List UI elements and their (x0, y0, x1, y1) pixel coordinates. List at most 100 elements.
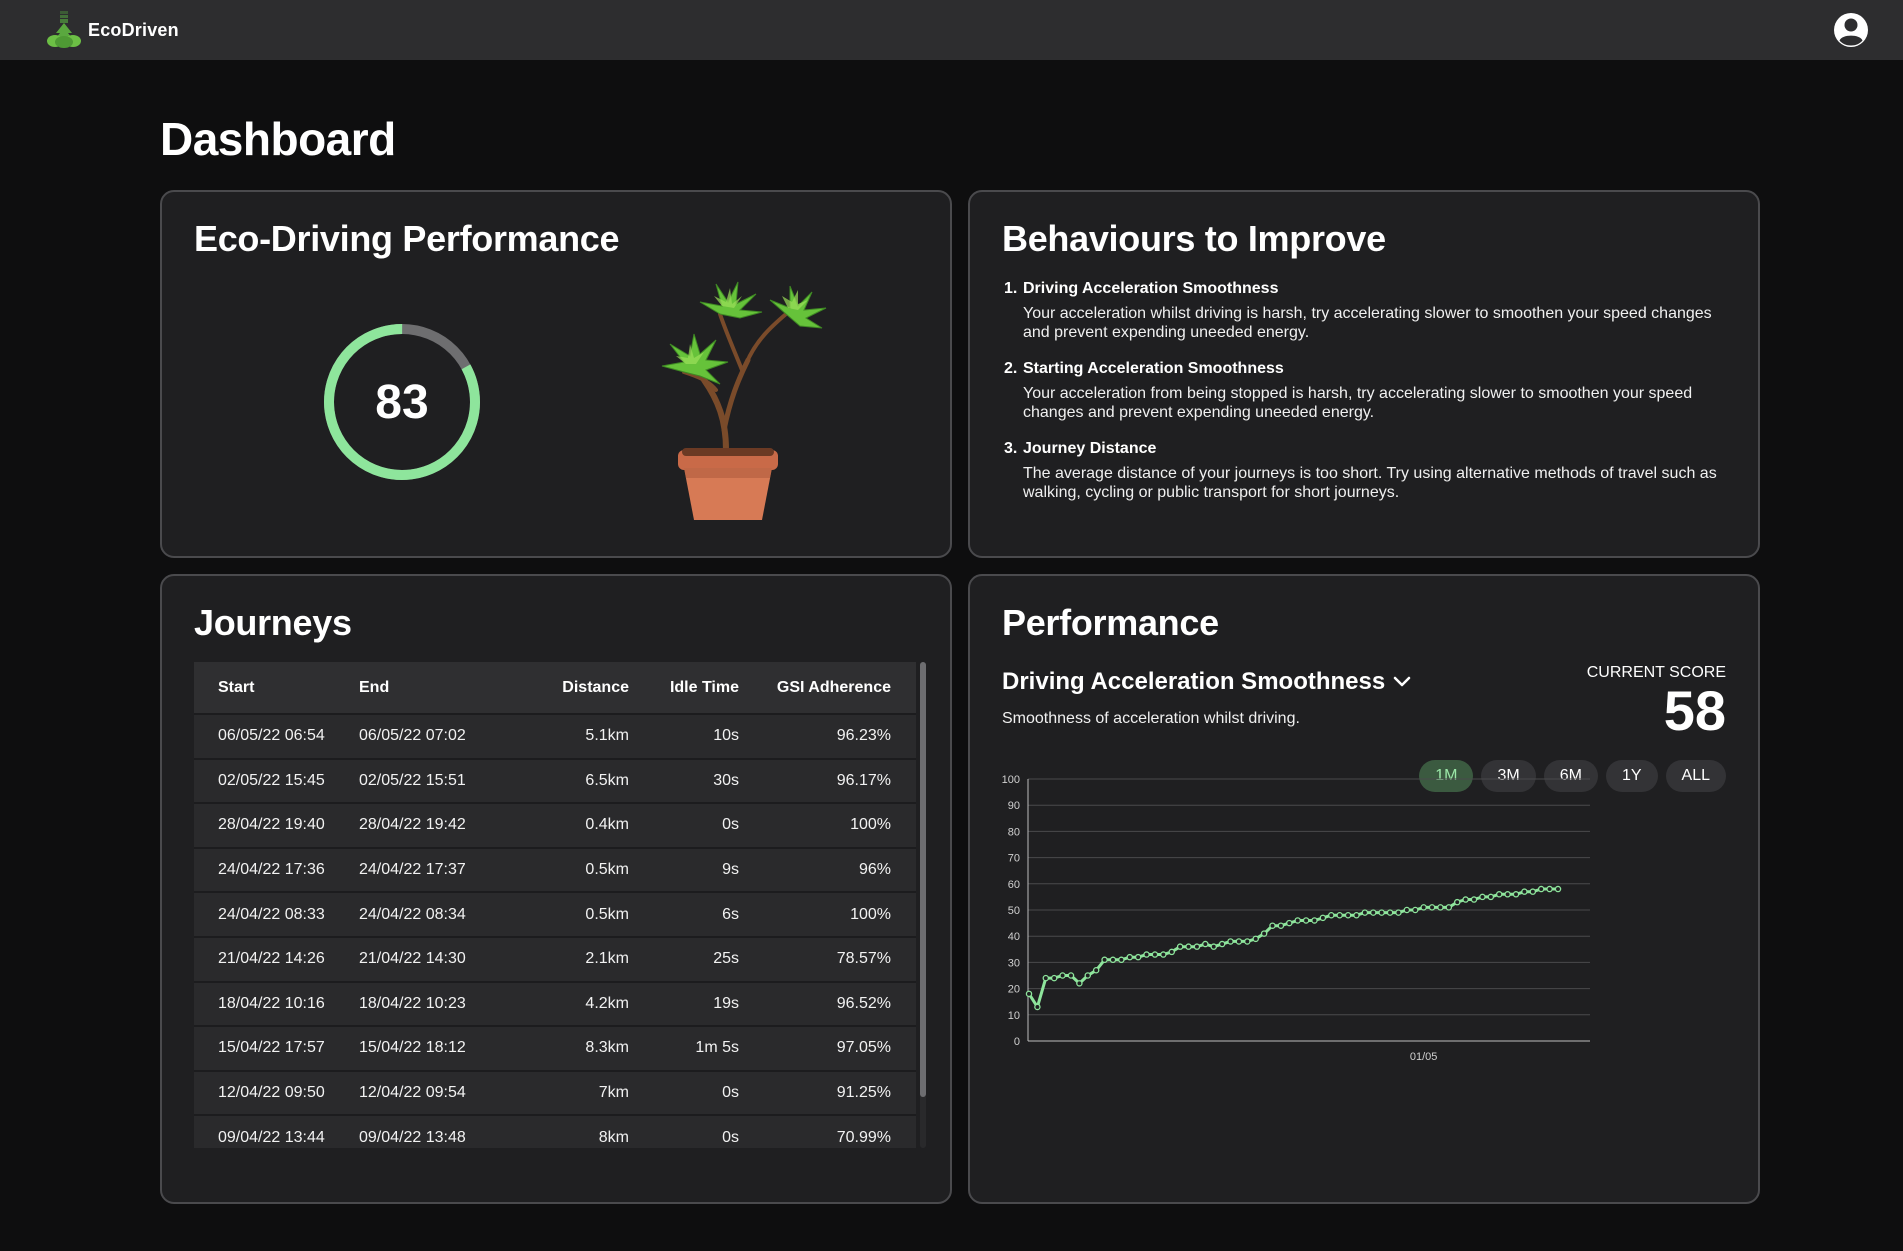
table-row[interactable]: 15/04/22 17:57 15/04/22 18:12 8.3km 1m 5s 97… (194, 1025, 916, 1071)
eco-performance-card: Eco-Driving Performance 83 (160, 190, 952, 558)
performance-card: Performance Driving Acceleration Smoothn… (968, 574, 1760, 1204)
eco-card-title: Eco-Driving Performance (194, 218, 620, 259)
y-tick-label: 0 (1014, 1036, 1020, 1048)
journeys-table-body: 06/05/22 06:54 06/05/22 07:02 5.1km 10s 96.2… (194, 713, 916, 1148)
behaviour-number: 3. (1004, 440, 1018, 457)
cell-idle-time: 9s (629, 846, 739, 893)
y-tick-label: 40 (1008, 931, 1020, 943)
data-point (1235, 938, 1243, 945)
data-point (1176, 943, 1184, 950)
journeys-table-container[interactable]: Start End Distance Idle Time GSI Adheren… (194, 662, 916, 1148)
cell-start: 18/04/22 10:16 (194, 980, 359, 1027)
data-point (1319, 914, 1327, 922)
behaviour-item: 2. Starting Acceleration Smoothness Your… (1004, 360, 1724, 422)
cell-distance: 8km (509, 1114, 629, 1148)
cell-end: 06/05/22 07:02 (359, 713, 509, 759)
data-point (1151, 951, 1159, 958)
table-row[interactable]: 24/04/22 08:33 24/04/22 08:34 0.5km 6s 100% (194, 891, 916, 937)
cell-gsi-adherence: 96.23% (739, 713, 916, 759)
cell-gsi-adherence: 96% (739, 846, 916, 893)
data-point (1034, 1003, 1041, 1011)
cell-start: 06/05/22 06:54 (194, 713, 359, 759)
column-header-start[interactable]: Start (194, 662, 359, 714)
data-point (1092, 967, 1100, 974)
column-header-distance[interactable]: Distance (509, 662, 629, 714)
behaviour-item: 1. Driving Acceleration Smoothness Your … (1004, 280, 1724, 342)
column-header-idle-time[interactable]: Idle Time (629, 662, 739, 714)
cell-start: 09/04/22 13:44 (194, 1114, 359, 1148)
cell-end: 24/04/22 17:37 (359, 846, 509, 893)
cell-end: 15/04/22 18:12 (359, 1025, 509, 1071)
column-header-gsi-adherence[interactable]: GSI Adherence (739, 662, 916, 714)
data-point (1294, 917, 1301, 924)
tree-logo-icon (47, 11, 81, 48)
cell-idle-time: 6s (629, 891, 739, 937)
data-point (1193, 943, 1201, 950)
cell-gsi-adherence: 78.57% (739, 935, 916, 982)
data-point (1202, 940, 1209, 948)
data-point (1546, 885, 1553, 893)
data-point (1126, 953, 1134, 961)
data-point (1386, 909, 1394, 916)
cell-gsi-adherence: 96.17% (739, 757, 916, 804)
data-point (1059, 972, 1066, 979)
y-tick-label: 70 (1008, 853, 1020, 865)
data-point (1512, 891, 1520, 898)
cell-idle-time: 1m 5s (629, 1025, 739, 1071)
journeys-table: Start End Distance Idle Time GSI Adheren… (194, 662, 916, 1148)
cell-idle-time: 0s (629, 1069, 739, 1116)
cell-start: 24/04/22 08:33 (194, 891, 359, 937)
data-point (1445, 904, 1453, 911)
table-row[interactable]: 09/04/22 13:44 09/04/22 13:48 8km 0s 70.99% (194, 1114, 916, 1148)
cell-start: 21/04/22 14:26 (194, 935, 359, 982)
table-header-row: Start End Distance Idle Time GSI Adheren… (194, 662, 916, 714)
cell-idle-time: 30s (629, 757, 739, 804)
data-point (1529, 888, 1537, 895)
data-point (1210, 943, 1217, 950)
data-point (1395, 909, 1402, 916)
data-point (1067, 972, 1075, 979)
cell-idle-time: 0s (629, 802, 739, 848)
table-row[interactable]: 24/04/22 17:36 24/04/22 17:37 0.5km 9s 96% (194, 846, 916, 893)
y-tick-label: 60 (1008, 879, 1020, 891)
page-title: Dashboard (160, 113, 396, 165)
data-point (1042, 974, 1050, 982)
table-row[interactable]: 28/04/22 19:40 28/04/22 19:42 0.4km 0s 100% (194, 802, 916, 848)
behaviour-title: Starting Acceleration Smoothness (1023, 360, 1284, 377)
data-point (1353, 911, 1360, 919)
data-point (1302, 917, 1310, 924)
cell-distance: 0.5km (509, 891, 629, 937)
table-row[interactable]: 02/05/22 15:45 02/05/22 15:51 6.5km 30s 96.1… (194, 757, 916, 804)
cell-gsi-adherence: 97.05% (739, 1025, 916, 1071)
journeys-card: Journeys Start End Distance Idle Time GS… (160, 574, 952, 1204)
table-row[interactable]: 18/04/22 10:16 18/04/22 10:23 4.2km 19s 96.5… (194, 980, 916, 1027)
behaviour-description: Your acceleration whilst driving is hars… (1023, 305, 1712, 341)
behaviours-card: Behaviours to Improve 1. Driving Acceler… (968, 190, 1760, 558)
x-tick-label: 01/05 (1410, 1051, 1438, 1063)
data-point (1479, 893, 1486, 901)
y-tick-label: 20 (1008, 984, 1020, 996)
table-row[interactable]: 06/05/22 06:54 06/05/22 07:02 5.1km 10s 96.2… (194, 713, 916, 759)
data-point (1311, 917, 1318, 924)
table-row[interactable]: 12/04/22 09:50 12/04/22 09:54 7km 0s 91.25% (194, 1069, 916, 1116)
data-point (1361, 909, 1369, 916)
cell-start: 02/05/22 15:45 (194, 757, 359, 804)
brand[interactable]: EcoDriven (46, 11, 179, 49)
data-point (1420, 904, 1427, 911)
scrollbar-thumb[interactable] (920, 662, 926, 1097)
y-tick-label: 100 (1002, 774, 1020, 786)
data-point (1109, 956, 1117, 964)
cell-idle-time: 10s (629, 713, 739, 759)
journeys-scrollbar[interactable] (920, 662, 926, 1148)
y-tick-label: 10 (1008, 1010, 1020, 1022)
cell-end: 02/05/22 15:51 (359, 757, 509, 804)
data-point (1244, 938, 1251, 945)
cell-gsi-adherence: 96.52% (739, 980, 916, 1027)
cell-distance: 0.5km (509, 846, 629, 893)
y-tick-label: 80 (1008, 826, 1020, 838)
cell-gsi-adherence: 70.99% (739, 1114, 916, 1148)
account-button[interactable] (1831, 10, 1871, 50)
column-header-end[interactable]: End (359, 662, 509, 714)
data-point (1143, 951, 1150, 958)
table-row[interactable]: 21/04/22 14:26 21/04/22 14:30 2.1km 25s 78.5… (194, 935, 916, 982)
